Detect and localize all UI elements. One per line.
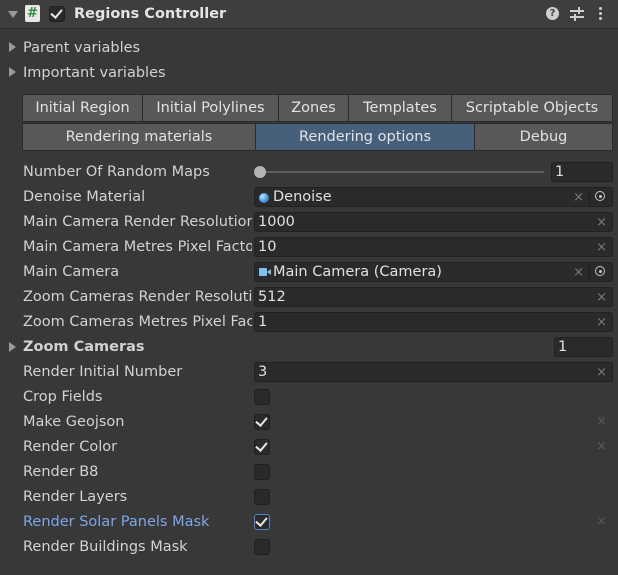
- render-color-label: Render Color: [23, 439, 118, 455]
- component-header: # Regions Controller ?: [0, 0, 618, 29]
- tab-label: Initial Polylines: [156, 100, 265, 116]
- foldout-triangle-icon[interactable]: [9, 342, 16, 352]
- tab-label: Zones: [291, 100, 336, 116]
- field-value: 3: [258, 364, 268, 380]
- zoom-cameras-foldout[interactable]: Zoom Cameras: [23, 335, 252, 359]
- clear-icon[interactable]: ×: [596, 239, 607, 256]
- zoom-cameras-size-input[interactable]: 1: [554, 337, 613, 357]
- render-initial-number-input[interactable]: 3 ×: [254, 362, 613, 382]
- presets-icon[interactable]: [570, 7, 584, 21]
- render-b8-label: Render B8: [23, 464, 99, 480]
- main-camera-label: Main Camera: [23, 264, 120, 280]
- render-initial-number-label: Render Initial Number: [23, 364, 183, 380]
- random-maps-slider[interactable]: [258, 171, 544, 173]
- component-enabled-checkbox[interactable]: [49, 6, 65, 22]
- zoom-cameras-metres-input[interactable]: 1 ×: [254, 312, 613, 332]
- render-layers-checkbox[interactable]: [254, 489, 270, 505]
- tab-label: Scriptable Objects: [465, 100, 599, 116]
- foldout-triangle-icon[interactable]: [9, 67, 16, 77]
- tab-zones[interactable]: Zones: [278, 94, 349, 122]
- clear-icon[interactable]: ×: [573, 189, 584, 206]
- tab-templates[interactable]: Templates: [348, 94, 452, 122]
- clear-icon[interactable]: ×: [596, 414, 607, 429]
- foldout-triangle-icon[interactable]: [9, 42, 16, 52]
- clear-icon[interactable]: ×: [596, 214, 607, 231]
- render-buildings-mask-checkbox[interactable]: [254, 539, 270, 555]
- render-solar-panels-mask-label: Render Solar Panels Mask: [23, 514, 210, 530]
- field-value: 512: [258, 289, 286, 305]
- tab-rendering-options[interactable]: Rendering options: [255, 123, 475, 151]
- make-geojson-checkbox[interactable]: [254, 414, 270, 430]
- denoise-material-label: Denoise Material: [23, 189, 146, 205]
- tab-label: Templates: [363, 100, 437, 116]
- object-picker-icon[interactable]: [589, 263, 612, 281]
- tab-label: Initial Region: [35, 100, 130, 116]
- material-icon: [259, 193, 269, 203]
- tab-debug[interactable]: Debug: [474, 123, 613, 151]
- render-solar-panels-mask-checkbox[interactable]: [254, 514, 270, 530]
- slider-thumb[interactable]: [254, 166, 266, 178]
- denoise-material-field[interactable]: Denoise ×: [254, 187, 613, 207]
- tab-label: Debug: [519, 129, 568, 145]
- camera-icon-lens: [267, 269, 271, 275]
- field-value: 1000: [258, 214, 295, 230]
- clear-icon[interactable]: ×: [596, 289, 607, 306]
- object-picker-icon[interactable]: [589, 188, 612, 206]
- render-buildings-mask-label: Render Buildings Mask: [23, 539, 188, 555]
- tab-initial-region[interactable]: Initial Region: [22, 94, 143, 122]
- script-icon: #: [25, 5, 40, 22]
- expand-triangle-icon[interactable]: [8, 11, 18, 18]
- tab-rendering-materials[interactable]: Rendering materials: [22, 123, 256, 151]
- component-title: Regions Controller: [74, 6, 227, 22]
- tab-label: Rendering materials: [65, 129, 213, 145]
- main-camera-metres-input[interactable]: 10 ×: [254, 237, 613, 257]
- make-geojson-label: Make Geojson: [23, 414, 125, 430]
- crop-fields-label: Crop Fields: [23, 389, 103, 405]
- random-maps-input[interactable]: 1: [551, 162, 613, 182]
- render-layers-label: Render Layers: [23, 489, 128, 505]
- main-camera-resolution-input[interactable]: 1000 ×: [254, 212, 613, 232]
- clear-icon[interactable]: ×: [573, 264, 584, 281]
- field-value: 1: [555, 164, 565, 180]
- important-variables-foldout[interactable]: Important variables: [23, 61, 166, 85]
- render-b8-checkbox[interactable]: [254, 464, 270, 480]
- camera-icon: [259, 268, 267, 276]
- zoom-cameras-resolution-label: Zoom Cameras Render Resolution: [23, 289, 252, 305]
- tab-label: Rendering options: [298, 129, 432, 145]
- main-camera-field[interactable]: Main Camera (Camera) ×: [254, 262, 613, 282]
- clear-icon[interactable]: ×: [596, 364, 607, 381]
- main-camera-metres-label: Main Camera Metres Pixel Factor: [23, 239, 252, 255]
- random-maps-label: Number Of Random Maps: [23, 164, 210, 180]
- clear-icon[interactable]: ×: [596, 514, 607, 529]
- help-icon[interactable]: ?: [546, 7, 559, 20]
- field-value: 1: [558, 339, 568, 355]
- field-value: Denoise: [273, 189, 332, 205]
- kebab-menu-icon[interactable]: [599, 7, 603, 22]
- clear-icon[interactable]: ×: [596, 439, 607, 454]
- zoom-cameras-resolution-input[interactable]: 512 ×: [254, 287, 613, 307]
- field-value: 1: [258, 314, 268, 330]
- clear-icon[interactable]: ×: [596, 314, 607, 331]
- render-color-checkbox[interactable]: [254, 439, 270, 455]
- crop-fields-checkbox[interactable]: [254, 389, 270, 405]
- field-value: 10: [258, 239, 277, 255]
- tab-scriptable-objects[interactable]: Scriptable Objects: [451, 94, 613, 122]
- field-value: Main Camera (Camera): [273, 264, 442, 280]
- parent-variables-foldout[interactable]: Parent variables: [23, 36, 140, 60]
- zoom-cameras-metres-label: Zoom Cameras Metres Pixel Factor: [23, 314, 252, 330]
- main-camera-resolution-label: Main Camera Render Resolution: [23, 214, 252, 230]
- tab-initial-polylines[interactable]: Initial Polylines: [142, 94, 279, 122]
